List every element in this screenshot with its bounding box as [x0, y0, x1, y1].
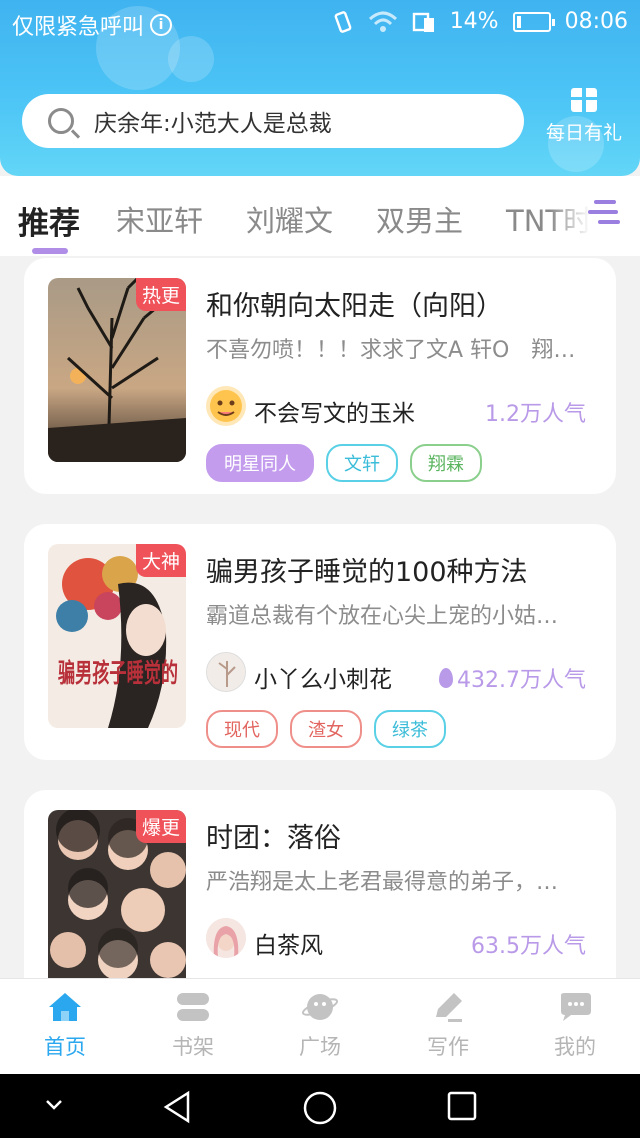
recents-icon[interactable] [446, 1090, 478, 1122]
nav-me[interactable]: 我的 [527, 991, 623, 1061]
nav-home[interactable]: 首页 [17, 991, 113, 1061]
popularity: 63.5万人气 [471, 928, 586, 960]
vibrate-icon [334, 10, 352, 33]
battery-percent: 14% [449, 9, 499, 34]
tag[interactable]: 渣女 [290, 710, 362, 748]
popularity: 432.7万人气 [439, 662, 586, 694]
category-menu-icon[interactable] [588, 196, 622, 230]
tab-liu-yaowen[interactable]: 刘耀文 [246, 198, 333, 240]
header: 仅限紧急呼叫 i 14% 08:06 庆余年:小范大人是总裁 每日有礼 [0, 0, 640, 176]
tab-double-male[interactable]: 双男主 [376, 198, 463, 240]
wifi-icon [368, 11, 397, 32]
book-cover[interactable]: 骗男孩子睡觉的 大神 [48, 544, 186, 728]
nav-write-label: 写作 [427, 1035, 469, 1059]
author-name[interactable]: 小丫么小刺花 [254, 660, 392, 694]
back-icon[interactable] [160, 1090, 196, 1124]
author-name[interactable]: 不会写文的玉米 [254, 394, 415, 428]
status-emergency-text: 仅限紧急呼叫 [12, 15, 145, 40]
book-cover[interactable]: 热更 [48, 278, 186, 462]
tag-list: 明星同人 文轩 翔霖 [206, 444, 482, 482]
category-tabs: 推荐 宋亚轩 刘耀文 双男主 TNT时代少年团 [0, 176, 640, 256]
popularity: 1.2万人气 [485, 396, 586, 428]
popularity-count: 63.5万人气 [471, 934, 586, 959]
author-avatar[interactable] [206, 652, 246, 692]
search-icon [48, 108, 74, 134]
home-circle-icon[interactable] [302, 1090, 338, 1126]
book-title[interactable]: 骗男孩子睡觉的100种方法 [206, 550, 528, 589]
daily-gift-button[interactable]: 每日有礼 [538, 88, 630, 145]
tab-song-yaxuan[interactable]: 宋亚轩 [116, 198, 203, 240]
book-badge: 热更 [135, 278, 186, 311]
author-avatar[interactable] [206, 918, 246, 958]
nav-plaza[interactable]: 广场 [272, 991, 368, 1061]
book-description: 不喜勿喷！！！求求了文A 轩O 翔… [206, 338, 576, 363]
book-badge: 爆更 [135, 810, 186, 843]
author-avatar[interactable] [206, 386, 246, 426]
book-title[interactable]: 时团：落俗 [206, 816, 341, 855]
book-feed: 热更 和你朝向太阳走（向阳） 不喜勿喷！！！求求了文A 轩O 翔… 不会写文的玉… [0, 256, 640, 978]
daily-gift-label: 每日有礼 [545, 122, 622, 144]
book-cover[interactable]: 爆更 [48, 810, 186, 978]
nav-plaza-label: 广场 [299, 1035, 341, 1059]
tag[interactable]: 明星同人 [206, 444, 314, 482]
tag[interactable]: 现代 [206, 710, 278, 748]
nav-bookshelf[interactable]: 书架 [145, 991, 241, 1061]
gift-icon [571, 88, 597, 112]
tag[interactable]: 文轩 [326, 444, 398, 482]
nav-me-label: 我的 [554, 1035, 596, 1059]
pencil-icon [430, 991, 466, 1023]
popularity-count: 432.7万人气 [457, 668, 586, 693]
active-tab-indicator [32, 248, 68, 254]
book-description: 严浩翔是太上老君最得意的弟子，… [206, 870, 559, 895]
search-bar[interactable]: 庆余年:小范大人是总裁 [22, 94, 524, 148]
planet-icon [301, 991, 339, 1023]
popularity-count: 1.2万人气 [485, 402, 586, 427]
info-icon: i [150, 14, 173, 36]
sim-icon [412, 12, 434, 32]
nav-write[interactable]: 写作 [400, 991, 496, 1061]
book-card[interactable]: 爆更 时团：落俗 严浩翔是太上老君最得意的弟子，… 白茶风 63.5万人气 [24, 790, 616, 978]
nav-bookshelf-label: 书架 [172, 1035, 214, 1059]
nav-home-label: 首页 [44, 1035, 86, 1059]
status-bar: 仅限紧急呼叫 i 14% 08:06 [0, 0, 640, 46]
author-name[interactable]: 白茶风 [254, 926, 323, 960]
book-badge: 大神 [135, 544, 186, 577]
flame-icon [439, 668, 454, 688]
chat-bubble-icon [557, 991, 593, 1023]
clock: 08:06 [564, 9, 628, 34]
battery-icon [512, 11, 555, 32]
tab-recommend[interactable]: 推荐 [18, 198, 80, 243]
chevron-down-icon[interactable] [44, 1098, 64, 1112]
home-icon [47, 991, 83, 1023]
bookshelf-icon [175, 991, 211, 1023]
book-card[interactable]: 热更 和你朝向太阳走（向阳） 不喜勿喷！！！求求了文A 轩O 翔… 不会写文的玉… [24, 258, 616, 494]
tag-list: 现代 渣女 绿茶 [206, 710, 446, 748]
system-nav-bar [0, 1074, 640, 1138]
tag[interactable]: 翔霖 [410, 444, 482, 482]
cover-title-text: 骗男孩子睡觉的 [58, 658, 178, 689]
book-description: 霸道总裁有个放在心尖上宠的小姑… [206, 604, 559, 629]
search-query: 庆余年:小范大人是总裁 [94, 111, 332, 137]
book-card[interactable]: 骗男孩子睡觉的 大神 骗男孩子睡觉的100种方法 霸道总裁有个放在心尖上宠的小姑… [24, 524, 616, 760]
book-title[interactable]: 和你朝向太阳走（向阳） [206, 284, 503, 323]
bottom-navigation: 首页 书架 广场 写作 我的 [0, 978, 640, 1074]
tag[interactable]: 绿茶 [374, 710, 446, 748]
